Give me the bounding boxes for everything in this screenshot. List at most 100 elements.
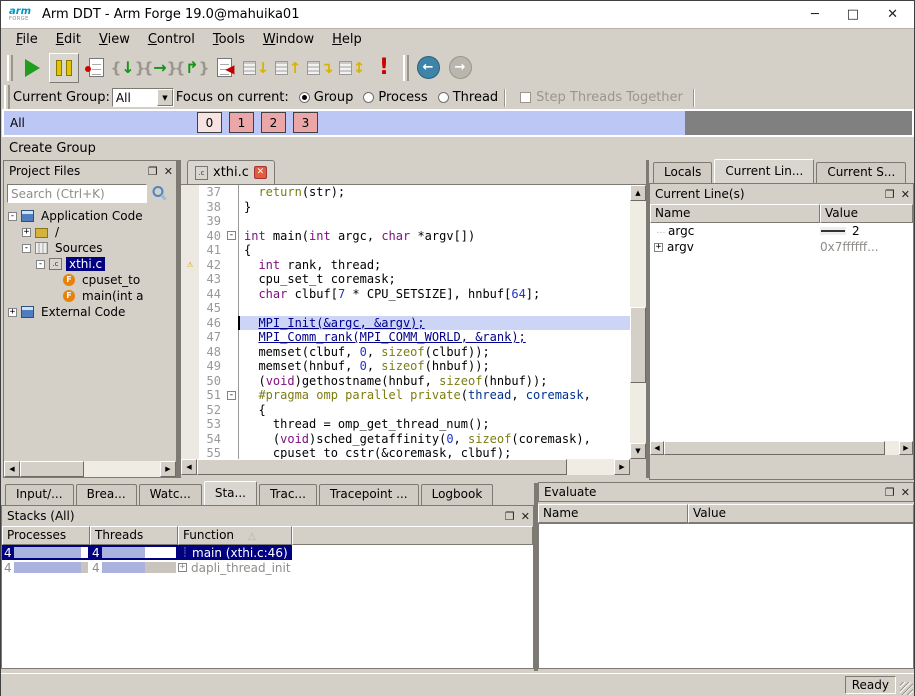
- process-button-3[interactable]: 3: [293, 112, 318, 133]
- add-tracepoint-icon[interactable]: [81, 53, 111, 83]
- menu-view[interactable]: View: [90, 31, 139, 48]
- current-group-select[interactable]: All ▼: [112, 88, 174, 107]
- pause-icon[interactable]: [49, 53, 79, 83]
- code-line-38[interactable]: 38}: [181, 200, 630, 215]
- breakpoint-margin[interactable]: [181, 301, 199, 316]
- expand-stack-icon[interactable]: ↕: [337, 53, 367, 83]
- editor-v-scrollbar[interactable]: ▲ ▼: [630, 185, 646, 459]
- step-over-icon[interactable]: {→}: [145, 53, 175, 83]
- forward-icon[interactable]: →: [445, 53, 475, 83]
- scroll-up-icon[interactable]: ▲: [630, 185, 646, 201]
- close-panel-icon[interactable]: ✕: [164, 165, 173, 178]
- close-panel-icon[interactable]: ✕: [901, 486, 910, 499]
- code-line-53[interactable]: 53 thread = omp_get_thread_num();: [181, 417, 630, 432]
- variables-h-scrollbar[interactable]: ◀ ▶: [650, 441, 913, 455]
- code-line-55[interactable]: 55 cpuset_to_cstr(&coremask, clbuf);: [181, 446, 630, 459]
- menu-file[interactable]: File: [7, 31, 47, 48]
- expand-icon[interactable]: +: [178, 563, 187, 572]
- breakpoint-margin[interactable]: [181, 200, 199, 215]
- breakpoint-margin[interactable]: [181, 374, 199, 389]
- tab-input-[interactable]: Input/...: [5, 484, 74, 505]
- scroll-left-icon[interactable]: ◀: [650, 441, 664, 455]
- close-panel-icon[interactable]: ✕: [901, 188, 910, 201]
- toolbar-handle[interactable]: [4, 85, 10, 111]
- warning-icon[interactable]: ⚠: [181, 258, 199, 273]
- fold-collapse-icon[interactable]: -: [225, 229, 238, 244]
- breakpoint-margin[interactable]: [181, 330, 199, 345]
- create-group-bar[interactable]: Create Group: [1, 137, 914, 159]
- collapse-icon[interactable]: -: [8, 212, 17, 221]
- breakpoint-margin[interactable]: [181, 316, 199, 331]
- tree-item-cpuset-to[interactable]: -Fcpuset_to: [4, 272, 176, 288]
- code-line-40[interactable]: 40-int main(int argc, char *argv[]): [181, 229, 630, 244]
- up-stack-frame-icon[interactable]: ↑: [273, 53, 303, 83]
- breakpoint-margin[interactable]: [181, 417, 199, 432]
- breakpoint-margin[interactable]: [181, 185, 199, 200]
- breakpoint-margin[interactable]: [181, 272, 199, 287]
- code-line-37[interactable]: 37 return(str);: [181, 185, 630, 200]
- back-icon[interactable]: ←: [413, 53, 443, 83]
- code-line-48[interactable]: 48 memset(clbuf, 0, sizeof(clbuf));: [181, 345, 630, 360]
- step-into-icon[interactable]: {↓}: [113, 53, 143, 83]
- scroll-right-icon[interactable]: ▶: [160, 461, 176, 477]
- group-all-row[interactable]: All 0123: [4, 111, 685, 135]
- code-line-52[interactable]: 52 {: [181, 403, 630, 418]
- float-panel-icon[interactable]: ❐: [885, 486, 895, 499]
- process-button-1[interactable]: 1: [229, 112, 254, 133]
- editor-h-scrollbar[interactable]: ◀ ▶: [181, 459, 630, 475]
- menu-edit[interactable]: Edit: [47, 31, 90, 48]
- evaluate-table[interactable]: [538, 523, 914, 669]
- collapse-icon[interactable]: -: [36, 260, 45, 269]
- scrollbar-thumb[interactable]: [197, 459, 567, 475]
- code-line-49[interactable]: 49 memset(hnbuf, 0, sizeof(hnbuf));: [181, 359, 630, 374]
- tab-sta-[interactable]: Sta...: [204, 481, 257, 505]
- column-header-value[interactable]: Value: [820, 204, 913, 223]
- scroll-left-icon[interactable]: ◀: [181, 459, 197, 475]
- bottom-stack-frame-icon[interactable]: ↴: [305, 53, 335, 83]
- resize-grip[interactable]: [900, 682, 913, 695]
- minimize-icon[interactable]: ─: [811, 8, 819, 22]
- fold-collapse-icon[interactable]: -: [225, 388, 238, 403]
- chevron-down-icon[interactable]: ▼: [157, 89, 173, 106]
- toolbar-handle[interactable]: [7, 55, 13, 81]
- breakpoint-margin[interactable]: [181, 403, 199, 418]
- breakpoint-margin[interactable]: [181, 432, 199, 447]
- play-icon[interactable]: [17, 53, 47, 83]
- code-line-45[interactable]: 45: [181, 301, 630, 316]
- tab-locals[interactable]: Locals: [653, 162, 712, 183]
- code-line-44[interactable]: 44 char clbuf[7 * CPU_SETSIZE], hnbuf[64…: [181, 287, 630, 302]
- scroll-right-icon[interactable]: ▶: [614, 459, 630, 475]
- tab-logbook[interactable]: Logbook: [421, 484, 494, 505]
- step-out-icon[interactable]: {↱}: [177, 53, 207, 83]
- expand-icon[interactable]: +: [8, 308, 17, 317]
- process-button-2[interactable]: 2: [261, 112, 286, 133]
- column-header-value[interactable]: Value: [688, 504, 914, 523]
- tab-tracepoint-[interactable]: Tracepoint ...: [319, 484, 419, 505]
- code-line-43[interactable]: 43 cpu_set_t coremask;: [181, 272, 630, 287]
- tree-item-xthi-c[interactable]: -.cxthi.c: [4, 256, 176, 272]
- search-input[interactable]: [7, 184, 147, 203]
- tab-xthi-c[interactable]: .c xthi.c ✕: [187, 160, 275, 184]
- step-threads-together-checkbox[interactable]: [520, 92, 531, 103]
- code-line-41[interactable]: 41{: [181, 243, 630, 258]
- scroll-right-icon[interactable]: ▶: [899, 441, 913, 455]
- project-h-scrollbar[interactable]: ◀ ▶: [4, 461, 176, 477]
- breakpoint-margin[interactable]: [181, 287, 199, 302]
- menu-window[interactable]: Window: [254, 31, 323, 48]
- tab-brea-[interactable]: Brea...: [76, 484, 137, 505]
- close-panel-icon[interactable]: ✕: [521, 510, 530, 523]
- column-header-function[interactable]: Function△: [178, 526, 292, 545]
- close-icon[interactable]: ✕: [887, 8, 898, 22]
- tab-current-s-[interactable]: Current S...: [816, 162, 906, 183]
- toolbar-handle[interactable]: [403, 55, 409, 81]
- breakpoint-margin[interactable]: [181, 446, 199, 459]
- process-button-0[interactable]: 0: [197, 112, 222, 133]
- interrupt-icon[interactable]: !: [369, 53, 399, 83]
- tab-watc-[interactable]: Watc...: [139, 484, 202, 505]
- stack-row[interactable]: 44+dapli_thread_init: [2, 560, 292, 575]
- scrollbar-thumb[interactable]: [630, 307, 646, 383]
- scroll-left-icon[interactable]: ◀: [4, 461, 20, 477]
- code-viewport[interactable]: 37 return(str);38}3940-int main(int argc…: [181, 185, 630, 459]
- variable-row-argv[interactable]: +argv0x7ffffff...: [650, 239, 913, 255]
- float-panel-icon[interactable]: ❐: [885, 188, 895, 201]
